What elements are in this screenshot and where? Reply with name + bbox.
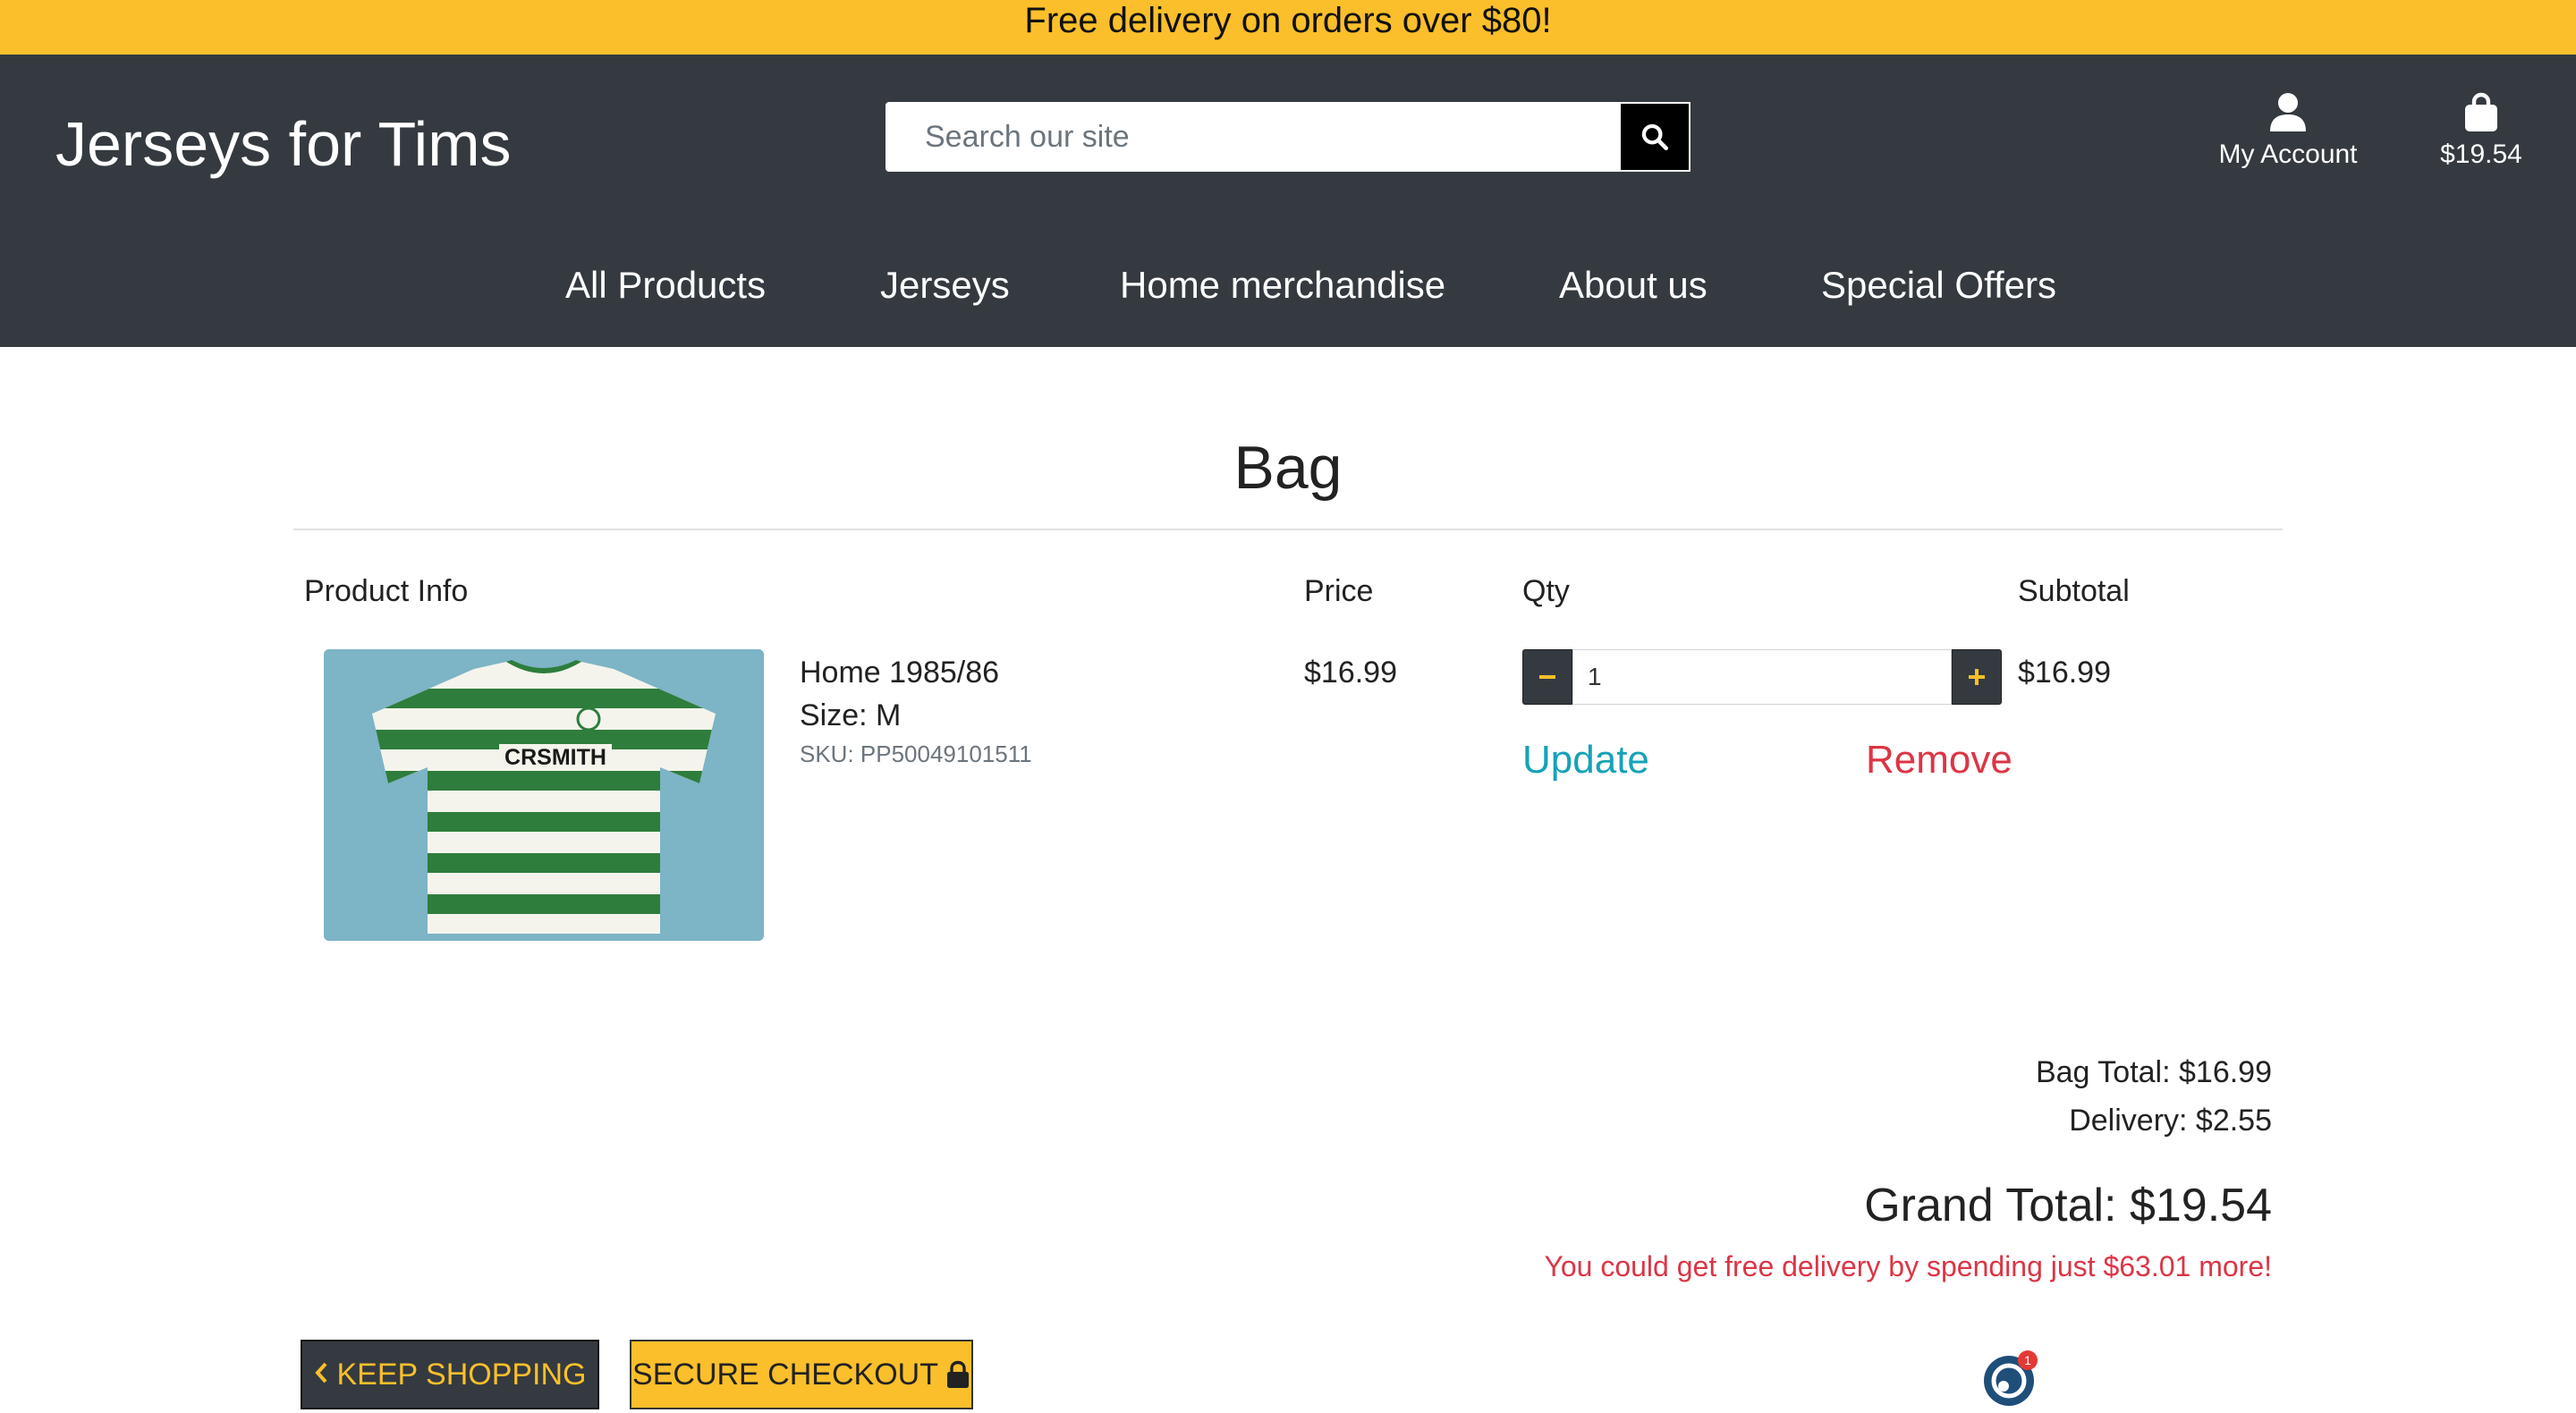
header-price: Price xyxy=(1304,574,1374,608)
remove-link[interactable]: Remove xyxy=(1866,735,2012,785)
main-nav: All Products Jerseys Home merchandise Ab… xyxy=(0,253,2576,317)
product-sku: SKU: PP50049101511 xyxy=(800,740,1032,767)
plus-icon xyxy=(1969,669,1985,685)
lock-icon xyxy=(946,1360,969,1388)
grand-total: Grand Total: $19.54 xyxy=(1864,1180,2272,1231)
decrement-button[interactable] xyxy=(1522,649,1572,705)
secure-checkout-label: SECURE CHECKOUT xyxy=(632,1357,938,1392)
user-icon xyxy=(2270,93,2306,131)
bag-total: Bag Total: $16.99 xyxy=(2035,1055,2272,1089)
line-subtotal: $16.99 xyxy=(2018,656,2111,690)
my-account-link[interactable]: My Account xyxy=(2206,92,2370,173)
bag-total-label: $19.54 xyxy=(2440,140,2522,169)
banner-text: Free delivery on orders over $80! xyxy=(1024,1,1552,40)
shirt-sponsor-text: CRSMITH xyxy=(504,745,606,770)
nav-all-products[interactable]: All Products xyxy=(565,253,766,317)
keep-shopping-button[interactable]: KEEP SHOPPING xyxy=(301,1340,599,1409)
quantity-stepper xyxy=(1522,649,2002,705)
site-logo[interactable]: Jerseys for Tims xyxy=(55,104,512,184)
site-header: Jerseys for Tims My Account $19.54 All P… xyxy=(0,55,2576,347)
nav-jerseys[interactable]: Jerseys xyxy=(880,253,1010,317)
nav-home-merchandise[interactable]: Home merchandise xyxy=(1120,253,1445,317)
update-link[interactable]: Update xyxy=(1522,735,1649,785)
product-price: $16.99 xyxy=(1304,656,1397,690)
secure-checkout-button[interactable]: SECURE CHECKOUT xyxy=(630,1340,973,1409)
shopping-bag-link[interactable]: $19.54 xyxy=(2428,92,2535,173)
quantity-input[interactable] xyxy=(1572,649,1952,705)
chevron-left-icon xyxy=(313,1358,329,1392)
header-qty: Qty xyxy=(1522,574,1570,608)
search-input[interactable] xyxy=(886,102,1619,172)
nav-about-us[interactable]: About us xyxy=(1559,253,1707,317)
minus-icon xyxy=(1539,675,1555,679)
notification-badge: 1 xyxy=(2018,1350,2038,1370)
product-size: Size: M xyxy=(800,698,902,732)
title-divider xyxy=(293,529,2283,530)
product-image[interactable]: CRSMITH xyxy=(324,649,764,941)
my-account-label: My Account xyxy=(2218,140,2358,169)
search-icon xyxy=(1641,123,1669,151)
free-delivery-message: You could get free delivery by spending … xyxy=(1544,1250,2272,1282)
product-name[interactable]: Home 1985/86 xyxy=(800,653,999,692)
increment-button[interactable] xyxy=(1952,649,2002,705)
header-subtotal: Subtotal xyxy=(2018,574,2130,608)
search-form xyxy=(886,102,1690,172)
shopping-bag-icon xyxy=(2465,92,2497,131)
header-product-info: Product Info xyxy=(304,574,469,608)
delivery-cost: Delivery: $2.55 xyxy=(2069,1104,2272,1138)
search-button[interactable] xyxy=(1619,102,1690,172)
page-title: Bag xyxy=(1233,434,1343,502)
nav-special-offers[interactable]: Special Offers xyxy=(1821,253,2056,317)
free-delivery-banner: Free delivery on orders over $80! xyxy=(0,0,2576,55)
keep-shopping-label: KEEP SHOPPING xyxy=(336,1357,587,1392)
